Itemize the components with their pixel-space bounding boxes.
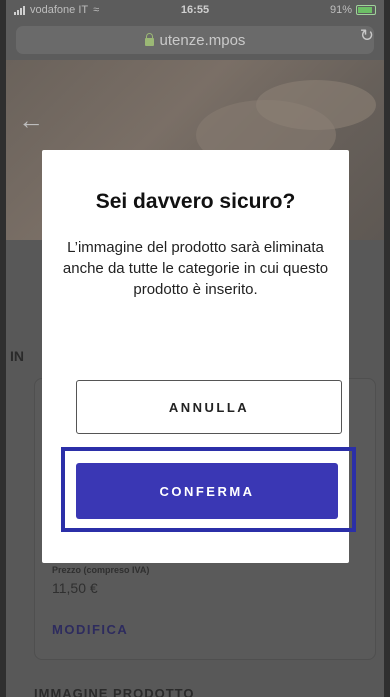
back-arrow-icon[interactable]: ← [18, 107, 44, 133]
battery-group: 91% [330, 4, 376, 16]
clock: 16:55 [180, 4, 210, 16]
phone-screen: vodafone IT ≈ 16:55 91% utenze.mpos ↻ ← … [6, 0, 384, 697]
confirm-button[interactable]: CONFERMA [76, 463, 338, 519]
cancel-button[interactable]: ANNULLA [76, 380, 342, 434]
lock-icon [144, 32, 154, 46]
url-field[interactable]: utenze.mpos [16, 26, 374, 54]
modify-link[interactable]: MODIFICA [52, 622, 128, 637]
reload-icon[interactable]: ↻ [360, 26, 374, 46]
price-label: Prezzo (compreso IVA) [52, 565, 150, 575]
dialog-title: Sei davvero sicuro? [95, 190, 296, 213]
status-bar: vodafone IT ≈ 16:55 91% [6, 0, 384, 22]
hero-shape [256, 80, 376, 130]
price-value: 11,50 € [52, 580, 98, 596]
battery-percent: 91% [329, 4, 352, 16]
image-section-title: IMMAGINE PRODOTTO [34, 686, 195, 697]
confirm-dialog: Sei davvero sicuro? L’immagine del prodo… [42, 150, 356, 563]
url-text: utenze.mpos [159, 31, 246, 49]
section-title: IN [10, 348, 24, 364]
browser-bar: utenze.mpos ↻ [6, 22, 384, 60]
battery-icon [356, 5, 376, 15]
dialog-message: L’immagine del prodotto sarà eliminata a… [62, 239, 329, 298]
